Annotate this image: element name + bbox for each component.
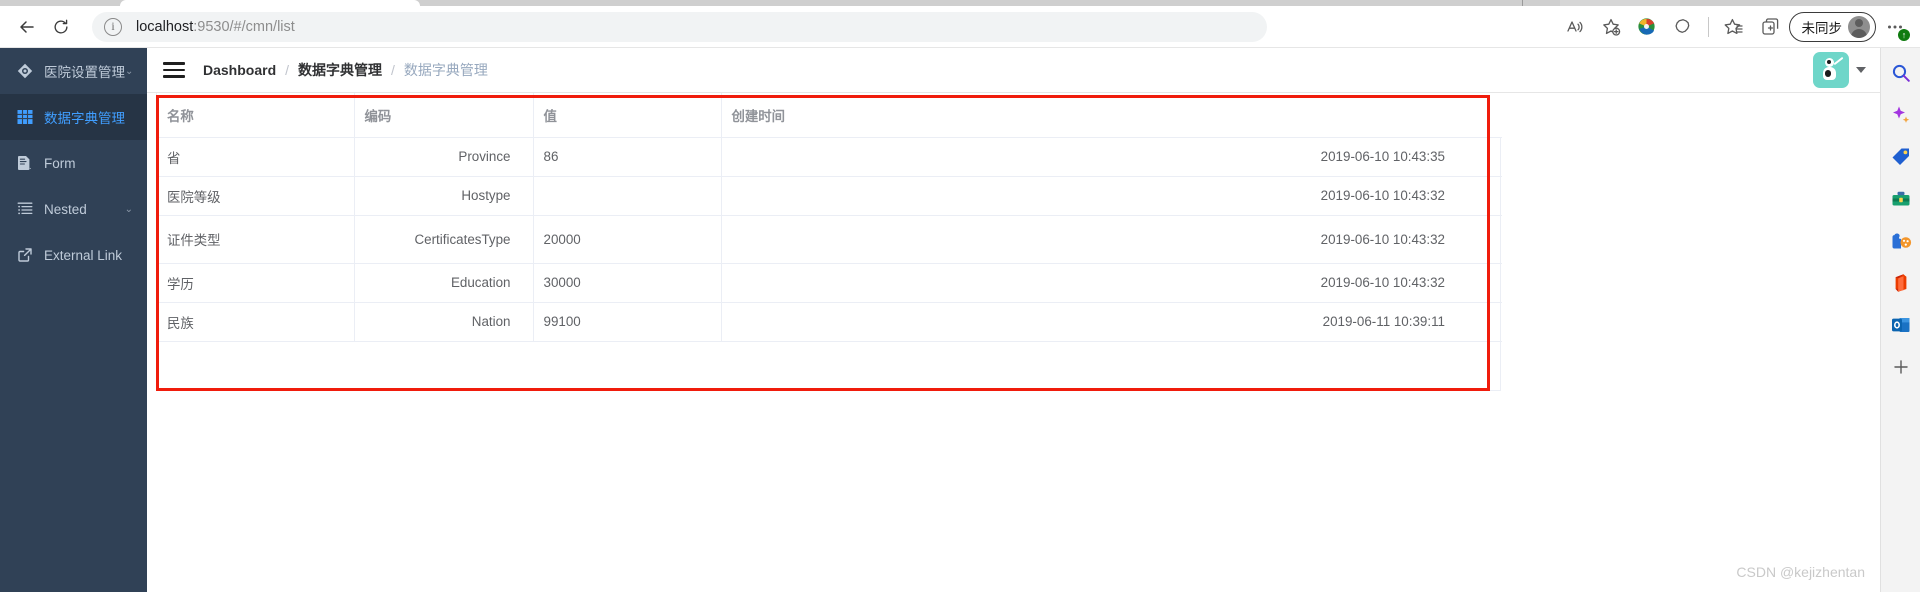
cell-create-time: 2019-06-10 10:43:35	[721, 137, 1502, 177]
cell-value: 99100	[533, 302, 722, 342]
app-header: Dashboard / 数据字典管理 / 数据字典管理	[147, 48, 1880, 93]
tools-toolbox-icon[interactable]	[1888, 186, 1914, 212]
chevron-down-icon: ⌄	[124, 203, 133, 215]
shopping-tag-icon[interactable]	[1888, 144, 1914, 170]
address-bar[interactable]: i localhost:9530/#/cmn/list	[92, 11, 1267, 42]
hamburger-menu-icon[interactable]	[163, 62, 185, 78]
breadcrumb-item-dashboard[interactable]: Dashboard	[203, 62, 276, 78]
table-row[interactable]: 省 Province 86 2019-06-10 10:43:35	[157, 137, 1502, 177]
app-main-content: 名称 编码 值 创建时间 省 Province 86 2019-06-10 10…	[147, 93, 1880, 592]
header-right-actions	[1813, 52, 1880, 88]
breadcrumb-separator: /	[391, 62, 395, 78]
breadcrumb-item-dict-parent[interactable]: 数据字典管理	[298, 60, 382, 80]
profile-sync-button[interactable]: 未同步	[1788, 11, 1876, 42]
settings-diamond-icon	[16, 62, 34, 80]
actions-divider	[1707, 16, 1709, 37]
browser-actions: 未同步 ↑	[1558, 10, 1920, 44]
sidebar-item-external-link[interactable]: External Link	[0, 232, 147, 278]
cell-value: 20000	[533, 215, 722, 264]
edge-sidebar-rail	[1880, 48, 1920, 592]
navigation-bar: i localhost:9530/#/cmn/list 未同步 ↑	[0, 6, 1920, 47]
nested-list-icon	[16, 200, 34, 218]
table-row[interactable]: 证件类型 CertificatesType 20000 2019-06-10 1…	[157, 215, 1502, 264]
cell-code: Hostype	[354, 176, 534, 216]
extension-idm-icon[interactable]	[1630, 10, 1664, 44]
data-dictionary-table: 名称 编码 值 创建时间 省 Province 86 2019-06-10 10…	[157, 93, 1502, 342]
sidebar-item-label: 医院设置管理	[44, 65, 125, 80]
cell-name: 民族	[157, 302, 355, 342]
url-text: localhost:9530/#/cmn/list	[136, 18, 295, 35]
watermark-text: CSDN @kejizhentan	[1736, 564, 1865, 580]
app-sidebar: 医院设置管理 ⌄ 数据字典管理 Form Nested ⌄ External L…	[0, 48, 147, 592]
add-sidebar-icon[interactable]	[1888, 354, 1914, 380]
cell-name: 证件类型	[157, 215, 355, 264]
sidebar-item-label: Form	[44, 155, 76, 171]
profile-avatar-icon	[1848, 15, 1870, 38]
add-favorite-icon[interactable]	[1594, 10, 1628, 44]
browser-settings-menu-icon[interactable]: ↑	[1878, 10, 1912, 44]
office-icon[interactable]	[1888, 270, 1914, 296]
column-header-code[interactable]: 编码	[354, 93, 534, 138]
collections-icon[interactable]	[1753, 10, 1787, 44]
cell-name: 省	[157, 137, 355, 177]
cell-value: 30000	[533, 263, 722, 303]
cell-code: Province	[354, 137, 534, 177]
reload-icon[interactable]	[44, 10, 78, 44]
cell-create-time: 2019-06-11 10:39:11	[721, 302, 1502, 342]
column-header-name[interactable]: 名称	[157, 93, 355, 138]
sidebar-item-form[interactable]: Form	[0, 140, 147, 186]
external-link-icon	[16, 246, 34, 264]
outlook-icon[interactable]	[1888, 312, 1914, 338]
user-avatar-icon[interactable]	[1813, 52, 1849, 88]
sidebar-item-nested[interactable]: Nested ⌄	[0, 186, 147, 232]
cell-value	[533, 176, 722, 216]
breadcrumb-separator: /	[285, 62, 290, 78]
cell-code: Nation	[354, 302, 534, 342]
data-dictionary-table-card: 名称 编码 值 创建时间 省 Province 86 2019-06-10 10…	[156, 93, 1502, 391]
table-row[interactable]: 民族 Nation 99100 2019-06-11 10:39:11	[157, 302, 1502, 342]
sidebar-item-label: External Link	[44, 247, 123, 263]
sidebar-item-label: Nested	[44, 201, 87, 217]
grid-table-icon	[16, 108, 34, 126]
cell-create-time: 2019-06-10 10:43:32	[721, 215, 1502, 264]
table-row[interactable]: 医院等级 Hostype 2019-06-10 10:43:32	[157, 176, 1502, 216]
breadcrumb: Dashboard / 数据字典管理 / 数据字典管理	[203, 60, 488, 80]
site-info-icon[interactable]: i	[104, 17, 122, 36]
read-aloud-icon[interactable]	[1558, 10, 1592, 44]
chevron-down-icon: ⌄	[125, 65, 134, 77]
sidebar-item-label: 数据字典管理	[44, 111, 125, 126]
cell-create-time: 2019-06-10 10:43:32	[721, 263, 1502, 303]
cell-create-time: 2019-06-10 10:43:32	[721, 176, 1502, 216]
back-arrow-icon[interactable]	[10, 10, 44, 44]
table-header-row: 名称 编码 值 创建时间	[157, 93, 1502, 138]
copilot-sparkle-icon[interactable]	[1888, 102, 1914, 128]
breadcrumb-item-current: 数据字典管理	[403, 62, 488, 78]
column-header-create-time[interactable]: 创建时间	[721, 93, 1502, 138]
sidebar-item-data-dictionary[interactable]: 数据字典管理	[0, 94, 147, 140]
sidebar-item-hospital-settings[interactable]: 医院设置管理 ⌄	[0, 48, 147, 94]
cell-code: Education	[354, 263, 534, 303]
cell-code: CertificatesType	[354, 215, 534, 264]
chevron-down-icon[interactable]	[1856, 67, 1866, 73]
cell-value: 86	[533, 137, 722, 177]
split-screen-icon[interactable]	[1666, 10, 1700, 44]
favorites-icon[interactable]	[1717, 10, 1751, 44]
profile-label: 未同步	[1801, 20, 1843, 36]
search-icon[interactable]	[1888, 60, 1914, 86]
update-badge-icon: ↑	[1898, 28, 1910, 41]
table-row[interactable]: 学历 Education 30000 2019-06-10 10:43:32	[157, 263, 1502, 303]
cell-name: 学历	[157, 263, 355, 303]
form-document-icon	[16, 154, 34, 172]
games-icon[interactable]	[1888, 228, 1914, 254]
column-header-value[interactable]: 值	[533, 93, 722, 138]
browser-chrome: i localhost:9530/#/cmn/list 未同步 ↑	[0, 0, 1920, 48]
cell-name: 医院等级	[157, 176, 355, 216]
